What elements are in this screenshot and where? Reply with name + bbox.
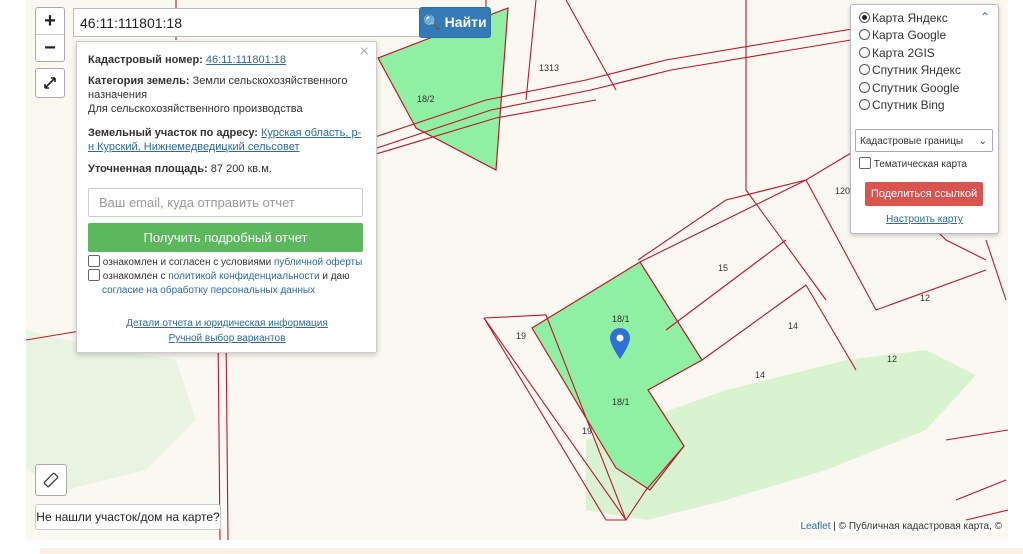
radio-icon[interactable]	[859, 99, 870, 110]
expand-icon[interactable]	[35, 68, 65, 98]
layer-option[interactable]: Карта Google	[859, 27, 946, 44]
agree-privacy-row: ознакомлен с политикой конфиденциальност…	[88, 269, 366, 298]
public-offer-link[interactable]: публичной оферты	[274, 257, 362, 268]
radio-icon[interactable]	[859, 47, 870, 58]
cadastral-number-link[interactable]: 46:11:111801:18	[206, 54, 286, 66]
area-row: Уточненная площадь: 87 200 кв.м.	[88, 162, 366, 176]
parcel-label: 12	[887, 354, 898, 364]
share-link-button[interactable]: Поделиться ссылкой	[865, 182, 983, 206]
parcel-label: 12	[920, 293, 931, 303]
parcel-label: 18/2	[417, 94, 435, 104]
thematic-label: Тематическая карта	[873, 159, 967, 170]
manual-selection-link[interactable]: Ручной выбор вариантов	[169, 333, 286, 344]
parcel-info-popup: × Кадастровый номер: 46:11:111801:18 Кат…	[76, 41, 377, 353]
layer-label: Карта Google	[872, 28, 947, 42]
radio-icon[interactable]	[859, 12, 870, 23]
manual-row: Ручной выбор вариантов	[88, 332, 366, 346]
radio-icon[interactable]	[859, 82, 870, 93]
address-row: Земельный участок по адресу: Курская обл…	[88, 126, 366, 154]
configure-map-link[interactable]: Настроить карту	[886, 214, 963, 225]
layer-label: Спутник Яндекс	[872, 63, 961, 77]
layer-option[interactable]: Спутник Google	[859, 80, 959, 97]
parcel-label: 19	[582, 426, 593, 436]
parcel-label: 19	[516, 331, 527, 341]
layer-label: Карта Яндекс	[872, 11, 948, 25]
overlay-select-value: Кадастровые границы	[860, 136, 964, 147]
radio-icon[interactable]	[859, 29, 870, 40]
get-report-button[interactable]: Получить подробный отчет	[88, 223, 363, 252]
chevron-down-icon: ⌄	[978, 136, 987, 147]
agree-privacy-text: ознакомлен с	[102, 271, 166, 282]
details-link[interactable]: Детали отчета и юридическая информация	[126, 318, 328, 329]
footer-strip	[40, 548, 1023, 554]
layers-panel: ⌃ Карта Яндекс Карта Google Карта 2GIS С…	[850, 4, 999, 234]
search-button[interactable]: 🔍 Найти	[419, 7, 491, 38]
layer-option[interactable]: Карта Яндекс	[859, 10, 948, 27]
layer-label: Спутник Google	[872, 81, 960, 95]
ruler-icon[interactable]	[35, 464, 67, 496]
parcel-label: 18/1	[612, 397, 630, 407]
map-marker-icon[interactable]	[608, 326, 632, 360]
layer-option[interactable]: Спутник Bing	[859, 97, 945, 114]
leaflet-link[interactable]: Leaflet	[801, 521, 831, 532]
chevron-up-icon[interactable]: ⌃	[980, 10, 990, 24]
attribution-separator: | ©	[830, 521, 849, 532]
layer-option[interactable]: Спутник Яндекс	[859, 62, 961, 79]
search-button-label: Найти	[444, 14, 487, 30]
category-row: Категория земель: Земли сельскохозяйстве…	[88, 74, 366, 116]
parcel-label: 14	[755, 370, 766, 380]
cadastral-label: Кадастровый номер:	[88, 54, 203, 66]
details-row: Детали отчета и юридическая информация	[88, 317, 366, 331]
category-label: Категория земель:	[88, 75, 190, 87]
cadastral-number-row: Кадастровый номер: 46:11:111801:18	[88, 53, 366, 67]
address-label: Земельный участок по адресу:	[88, 127, 258, 139]
agree-offer-checkbox[interactable]	[88, 255, 100, 267]
minus-icon[interactable]: −	[36, 34, 64, 61]
email-field[interactable]: Ваш email, куда отправить отчет	[88, 188, 363, 217]
parcel-label: 120	[835, 186, 851, 196]
plus-icon[interactable]: +	[36, 8, 64, 34]
radio-icon[interactable]	[859, 64, 870, 75]
search-icon: 🔍	[423, 14, 441, 30]
search-input[interactable]	[73, 8, 423, 37]
pkk-attribution: Публичная кадастровая карта, ©	[848, 521, 1002, 532]
usage-value: Для сельскохозяйственного производства	[88, 103, 303, 115]
overlay-select[interactable]: Кадастровые границы ⌄	[855, 129, 993, 152]
thematic-row[interactable]: Тематическая карта	[859, 156, 967, 173]
layer-option[interactable]: Карта 2GIS	[859, 45, 935, 62]
agree-privacy-checkbox[interactable]	[88, 269, 100, 281]
parcel-label: 15	[718, 263, 729, 273]
parcel-label: 14	[788, 321, 799, 331]
parcel-label: 18/1	[612, 314, 630, 324]
zoom-control: + −	[35, 7, 65, 62]
parcel-label: 1313	[539, 63, 560, 73]
area-value: 87 200 кв.м.	[210, 163, 272, 175]
attribution: Leaflet | © Публичная кадастровая карта,…	[798, 521, 1004, 532]
thematic-checkbox[interactable]	[859, 157, 871, 169]
privacy-policy-link[interactable]: политикой конфиденциальности	[168, 271, 319, 282]
area-label: Уточненная площадь:	[88, 163, 208, 175]
agree-privacy-text2: и даю	[322, 271, 350, 282]
configure-row: Настроить карту	[851, 214, 998, 225]
agree-offer-text: ознакомлен и согласен с условиями	[102, 257, 272, 268]
layer-label: Карта 2GIS	[872, 46, 935, 60]
not-found-button[interactable]: Не нашли участок/дом на карте?	[35, 504, 221, 530]
consent-link[interactable]: согласие на обработку персональных данны…	[102, 285, 315, 296]
agree-offer-row: ознакомлен и согласен с условиями публич…	[88, 255, 366, 270]
layer-label: Спутник Bing	[872, 98, 945, 112]
